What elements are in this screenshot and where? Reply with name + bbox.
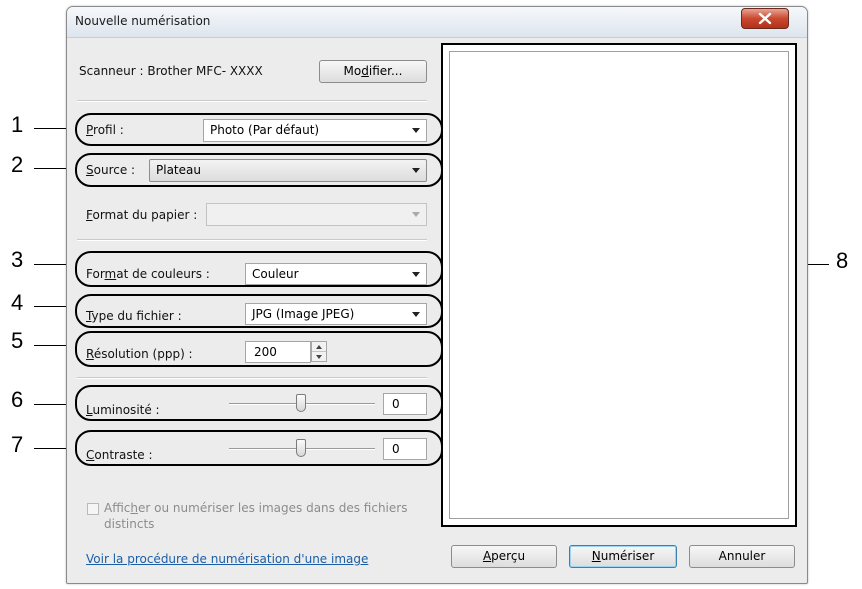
profile-label: Profil : [86, 123, 124, 137]
chevron-down-icon [412, 312, 420, 317]
contrast-slider-thumb[interactable] [296, 439, 306, 457]
source-label: Source : [86, 163, 136, 177]
separator [77, 377, 427, 379]
paper-format-label: Format du papier : [86, 208, 198, 222]
preview-button[interactable]: Aperçu [451, 545, 557, 568]
close-x-icon [758, 12, 772, 25]
color-format-select[interactable]: Couleur [245, 263, 427, 285]
preview-area [441, 43, 797, 527]
brightness-slider-thumb[interactable] [296, 394, 306, 412]
chevron-down-icon [412, 212, 420, 217]
chevron-down-icon [412, 128, 420, 133]
scanner-label: Scanneur : Brother MFC- XXXX [79, 64, 263, 78]
paper-format-select[interactable] [206, 203, 427, 226]
callout-4: 4 [11, 290, 24, 315]
cancel-button[interactable]: Annuler [689, 545, 795, 568]
callout-6: 6 [11, 387, 24, 412]
callout-3: 3 [11, 247, 24, 272]
resolution-spinner[interactable] [311, 341, 327, 362]
file-type-label: Type du fichier : [86, 309, 182, 323]
separate-files-label-line2: distincts [104, 517, 155, 531]
color-format-label: Format de couleurs : [86, 267, 210, 281]
callout-1: 1 [11, 112, 24, 137]
help-link[interactable]: Voir la procédure de numérisation d'une … [86, 552, 368, 566]
close-button[interactable] [741, 8, 789, 29]
preview-canvas [449, 51, 789, 519]
contrast-input[interactable]: 0 [383, 438, 427, 460]
callout-8: 8 [836, 248, 849, 273]
callout-2: 2 [11, 152, 24, 177]
callout-5: 5 [11, 328, 24, 353]
scan-dialog: Nouvelle numérisation Scanneur : Brother… [66, 6, 808, 584]
source-select[interactable]: Plateau [149, 159, 427, 182]
separator [77, 239, 427, 241]
resolution-input[interactable]: 200 [245, 341, 311, 363]
separate-files-label: Afficher ou numériser les images dans de… [104, 501, 408, 515]
separate-files-checkbox[interactable] [87, 503, 99, 515]
scan-button[interactable]: Numériser [569, 545, 677, 568]
chevron-down-icon [412, 168, 420, 173]
window-title: Nouvelle numérisation [75, 14, 211, 28]
resolution-label: Résolution (ppp) : [86, 347, 193, 361]
contrast-label: Contraste : [86, 448, 153, 462]
brightness-input[interactable]: 0 [383, 393, 427, 415]
title-bar: Nouvelle numérisation [67, 7, 807, 38]
modify-scanner-button[interactable]: Modifier... [319, 60, 427, 83]
chevron-down-icon [412, 272, 420, 277]
spin-up-icon [316, 345, 322, 349]
separator [77, 100, 427, 102]
callout-7: 7 [11, 432, 24, 457]
spin-down-icon [316, 355, 322, 359]
file-type-select[interactable]: JPG (Image JPEG) [245, 303, 427, 325]
brightness-label: Luminosité : [86, 403, 160, 417]
profile-select[interactable]: Photo (Par défaut) [203, 119, 427, 142]
